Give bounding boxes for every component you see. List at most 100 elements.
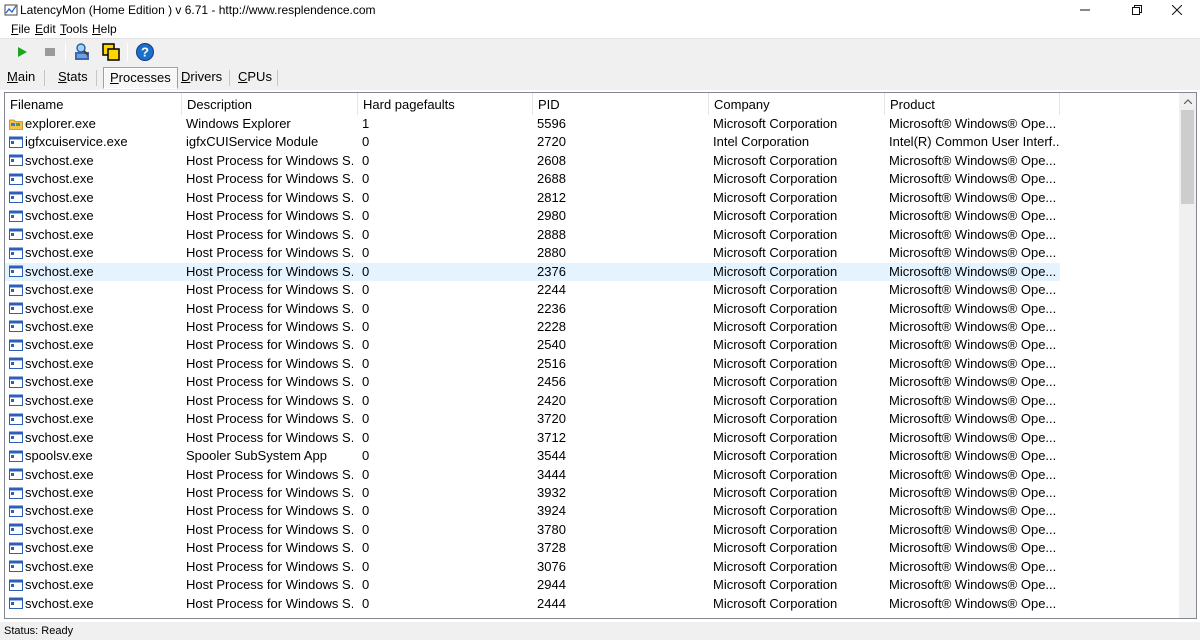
app-window-icon (9, 247, 23, 259)
stop-button[interactable] (39, 42, 61, 62)
menu-tools[interactable]: Tools (60, 22, 88, 36)
table-row[interactable]: svchost.exe Host Process for Windows S...… (5, 595, 1060, 613)
cell-description: Host Process for Windows S... (186, 503, 353, 519)
cell-company: Microsoft Corporation (713, 558, 838, 574)
cell-product: Microsoft® Windows® Ope... (889, 577, 1057, 593)
table-row[interactable]: svchost.exe Host Process for Windows S...… (5, 336, 1060, 354)
table-row[interactable]: svchost.exe Host Process for Windows S...… (5, 189, 1060, 207)
cell-hard-pagefaults: 0 (362, 577, 370, 593)
tab-processes[interactable]: Processes (103, 67, 178, 89)
app-window-icon (9, 487, 23, 499)
table-row[interactable]: svchost.exe Host Process for Windows S...… (5, 521, 1060, 539)
windows-icon (102, 43, 120, 61)
table-row[interactable]: svchost.exe Host Process for Windows S...… (5, 152, 1060, 170)
column-header-pid[interactable]: PID (533, 93, 709, 115)
tab-main[interactable]: Main (1, 67, 41, 89)
cell-filename: svchost.exe (9, 264, 181, 279)
process-list[interactable]: Filename Description Hard pagefaults PID… (4, 92, 1197, 619)
filename-text: svchost.exe (25, 318, 94, 334)
scroll-thumb[interactable] (1181, 110, 1194, 204)
tab-stats[interactable]: Stats (52, 67, 94, 89)
tab-drivers-rest: rivers (190, 69, 223, 84)
tab-drivers-mnemonic: D (181, 69, 191, 84)
table-row[interactable]: svchost.exe Host Process for Windows S...… (5, 410, 1060, 428)
table-row[interactable]: svchost.exe Host Process for Windows S...… (5, 373, 1060, 391)
table-row[interactable]: svchost.exe Host Process for Windows S...… (5, 244, 1060, 262)
app-window-icon (9, 431, 23, 444)
menu-file-rest: ile (18, 22, 31, 36)
cell-filename: igfxcuiservice.exe (9, 134, 181, 149)
cell-description: Host Process for Windows S... (186, 595, 353, 611)
table-row[interactable]: svchost.exe Host Process for Windows S...… (5, 392, 1060, 410)
help-button[interactable]: ? (134, 42, 156, 62)
table-row[interactable]: spoolsv.exe Spooler SubSystem App 0 3544 Mic… (5, 447, 1060, 465)
cell-pid: 2980 (537, 208, 566, 224)
column-header-hard-pagefaults[interactable]: Hard pagefaults (358, 93, 533, 115)
table-row[interactable]: svchost.exe Host Process for Windows S...… (5, 261, 1061, 283)
menu-edit[interactable]: Edit (35, 22, 56, 36)
table-row[interactable]: svchost.exe Host Process for Windows S...… (5, 207, 1060, 225)
table-row[interactable]: svchost.exe Host Process for Windows S...… (5, 502, 1060, 520)
table-row[interactable]: explorer.exe Windows Explorer 1 5596 Microso… (5, 115, 1060, 133)
cell-pid: 3720 (537, 411, 566, 427)
cell-company: Microsoft Corporation (713, 263, 838, 279)
vertical-scrollbar[interactable] (1179, 93, 1196, 618)
app-window-icon (9, 339, 23, 351)
column-header-description[interactable]: Description (182, 93, 358, 115)
cell-company: Microsoft Corporation (713, 577, 838, 593)
cell-pid: 2456 (537, 374, 566, 390)
table-row[interactable]: svchost.exe Host Process for Windows S...… (5, 484, 1060, 502)
cell-company: Microsoft Corporation (713, 521, 838, 537)
cell-hard-pagefaults: 0 (362, 226, 370, 242)
windows-tool-button[interactable] (100, 42, 122, 62)
table-row[interactable]: svchost.exe Host Process for Windows S...… (5, 429, 1060, 447)
table-row[interactable]: svchost.exe Host Process for Windows S...… (5, 466, 1060, 484)
start-button[interactable] (11, 42, 33, 62)
app-window-icon (9, 413, 23, 425)
minimize-icon (1080, 9, 1090, 11)
cell-product: Microsoft® Windows® Ope... (889, 300, 1057, 316)
search-tool-button[interactable] (72, 42, 94, 62)
cell-description: Host Process for Windows S... (186, 208, 353, 224)
menu-help[interactable]: Help (92, 22, 117, 36)
cell-company: Microsoft Corporation (713, 171, 838, 187)
filename-text: svchost.exe (25, 540, 94, 556)
table-row[interactable]: svchost.exe Host Process for Windows S...… (5, 226, 1060, 244)
menu-tools-rest: ools (66, 22, 89, 36)
cell-hard-pagefaults: 1 (362, 116, 370, 131)
cell-filename: svchost.exe (9, 485, 181, 500)
table-row[interactable]: svchost.exe Host Process for Windows S...… (5, 281, 1060, 299)
cell-description: Windows Explorer (186, 116, 291, 131)
cell-hard-pagefaults: 0 (362, 282, 370, 298)
app-window-icon (9, 579, 23, 591)
table-row[interactable]: svchost.exe Host Process for Windows S...… (5, 576, 1060, 594)
table-row[interactable]: svchost.exe Host Process for Windows S...… (5, 318, 1060, 336)
scroll-up-button[interactable] (1179, 93, 1196, 110)
column-header-filename[interactable]: Filename (5, 93, 182, 115)
cell-company: Microsoft Corporation (713, 245, 838, 261)
close-icon (1172, 5, 1182, 15)
cell-pid: 3444 (537, 466, 566, 482)
cell-product: Microsoft® Windows® Ope... (889, 208, 1057, 224)
tab-drivers[interactable]: Drivers (175, 67, 228, 89)
filename-text: igfxcuiservice.exe (25, 134, 128, 150)
cell-hard-pagefaults: 0 (362, 429, 370, 445)
column-header-product[interactable]: Product (885, 93, 1060, 115)
list-header: Filename Description Hard pagefaults PID… (5, 93, 1181, 115)
cell-pid: 3728 (537, 540, 566, 556)
cell-hard-pagefaults: 0 (362, 318, 370, 334)
close-button[interactable] (1154, 0, 1200, 20)
cell-product: Microsoft® Windows® Ope... (889, 263, 1057, 279)
table-row[interactable]: igfxcuiservice.exe igfxCUIService Module 0… (5, 133, 1060, 151)
table-row[interactable]: svchost.exe Host Process for Windows S...… (5, 355, 1060, 373)
column-header-company[interactable]: Company (709, 93, 885, 115)
minimize-button[interactable] (1062, 0, 1108, 20)
table-row[interactable]: svchost.exe Host Process for Windows S...… (5, 170, 1060, 188)
table-row[interactable]: svchost.exe Host Process for Windows S...… (5, 300, 1060, 318)
menu-file[interactable]: File (11, 22, 30, 36)
cell-pid: 2812 (537, 189, 566, 205)
cell-filename: svchost.exe (9, 245, 181, 260)
table-row[interactable]: svchost.exe Host Process for Windows S...… (5, 558, 1060, 576)
table-row[interactable]: svchost.exe Host Process for Windows S...… (5, 539, 1060, 557)
tab-cpus[interactable]: CPUs (232, 67, 278, 89)
